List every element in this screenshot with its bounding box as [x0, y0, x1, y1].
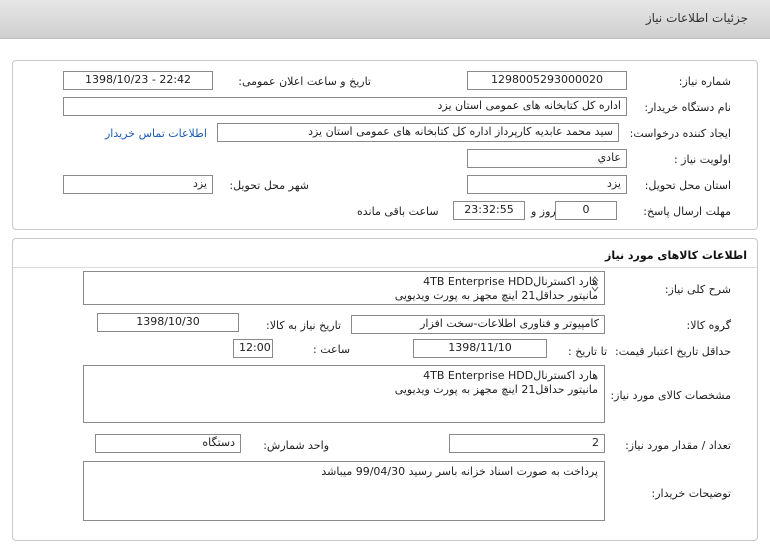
page-title: جزئیات اطلاعات نیاز: [645, 11, 748, 25]
buyer-label: نام دستگاه خریدار:: [644, 101, 731, 114]
need-number-field: 1298005293000020: [467, 71, 627, 90]
deadline-label: مهلت ارسال پاسخ:: [643, 205, 731, 218]
scroll-arrows-icon[interactable]: [591, 275, 599, 293]
announce-date-label: تاریخ و ساعت اعلان عمومی:: [238, 75, 371, 88]
need-date-label: تاریخ نیاز به کالا:: [266, 319, 341, 332]
city-field: یزد: [63, 175, 213, 194]
spec-line-2: مانیتور حداقل21 اینچ مجهز به پورت ویدیوی…: [394, 383, 598, 396]
quantity-field: 2: [449, 434, 605, 453]
goods-group-label: گروه کالا:: [686, 319, 731, 332]
buyer-contact-link[interactable]: اطلاعات تماس خریدار: [105, 127, 207, 140]
goods-section-title: اطلاعات کالاهای مورد نیاز: [605, 249, 747, 262]
priority-label: اولویت نیاز :: [673, 153, 731, 166]
validity-hour-label: ساعت :: [313, 343, 351, 356]
spec-line-1: هارد اکسترنال4TB Enterprise HDD: [423, 369, 598, 382]
goods-panel: اطلاعات کالاهای مورد نیاز شرح کلی نیاز: …: [12, 238, 758, 541]
creator-label: ایجاد کننده درخواست:: [629, 127, 731, 140]
buyer-notes-field: پرداخت به صورت اسناد خزانه باسر رسید 99/…: [83, 461, 605, 521]
validity-date-field: 1398/11/10: [413, 339, 547, 358]
need-date-field: 1398/10/30: [97, 313, 239, 332]
page-header: جزئیات اطلاعات نیاز: [0, 0, 770, 39]
need-info-panel: شماره نیاز: 1298005293000020 تاریخ و ساع…: [12, 60, 758, 230]
spec-field: هارد اکسترنال4TB Enterprise HDD مانیتور …: [83, 365, 605, 423]
buyer-notes-label: توضیحات خریدار:: [651, 487, 732, 500]
creator-field: سید محمد عابدیه کارپرداز اداره کل کتابخا…: [217, 123, 619, 142]
need-number-label: شماره نیاز:: [678, 75, 731, 88]
general-desc-label: شرح کلی نیاز:: [664, 283, 731, 296]
general-desc-field: هارد اکسترنال4TB Enterprise HDD مانیتور …: [83, 271, 605, 305]
price-validity-label: حداقل تاریخ اعتبار قیمت:: [615, 345, 731, 358]
remaining-time-field: 23:32:55: [453, 201, 525, 220]
days-field: 0: [555, 201, 617, 220]
quantity-label: تعداد / مقدار مورد نیاز:: [625, 439, 731, 452]
days-label: روز و: [531, 205, 556, 218]
city-label: شهر محل تحویل:: [229, 179, 309, 192]
general-desc-line-2: مانیتور حداقل21 اینچ مجهز به پورت ویدیوی…: [394, 289, 598, 302]
goods-group-field: کامپیوتر و فناوری اطلاعات-سخت افزار: [351, 315, 605, 334]
until-date-label: تا تاریخ :: [568, 345, 607, 358]
unit-label: واحد شمارش:: [263, 439, 329, 452]
province-label: استان محل تحویل:: [644, 179, 731, 192]
unit-field: دستگاه: [95, 434, 241, 453]
validity-time-field: 12:00: [233, 339, 273, 358]
buyer-field: اداره کل کتابخانه های عمومی استان یزد: [63, 97, 627, 116]
general-desc-line-1: هارد اکسترنال4TB Enterprise HDD: [423, 275, 598, 288]
remaining-label: ساعت باقی مانده: [357, 205, 439, 218]
announce-date-field: 1398/10/23 - 22:42: [63, 71, 213, 90]
spec-label: مشخصات کالای مورد نیاز:: [610, 389, 731, 402]
priority-field: عادي: [467, 149, 627, 168]
section-divider: [13, 267, 757, 268]
province-field: یزد: [467, 175, 627, 194]
